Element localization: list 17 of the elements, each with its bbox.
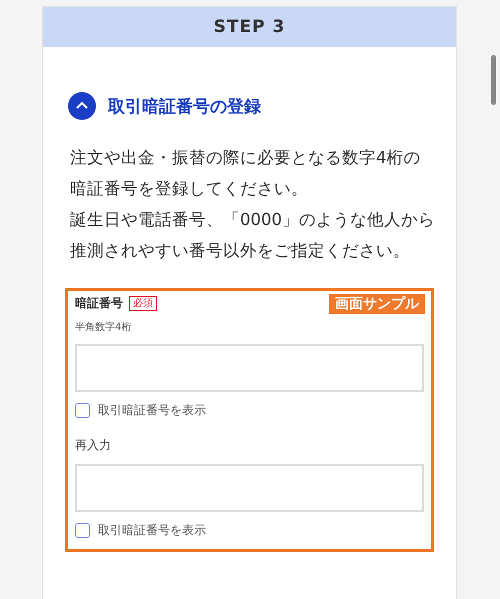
checkbox[interactable] [75,403,90,418]
collapse-icon[interactable] [68,92,96,120]
field-label: 再入力 [75,437,111,454]
input-field[interactable] [75,344,424,392]
field-hint: 半角数字4桁 [75,320,132,334]
field-label: 暗証番号 [75,295,123,312]
checkbox-label[interactable]: 取引暗証番号を表示 [98,522,206,539]
section-title[interactable]: 取引暗証番号の登録 [108,94,261,118]
description-text: 誕生日や電話番号、「0000」のような他人から推測されやすい番号以外をご指定ください。 [70,209,435,262]
input-field[interactable] [75,464,424,512]
scrollbar[interactable] [491,55,496,105]
description-text: 注文や出金・振替の際に必要となる数字4桁の暗証番号を登録してください。 [70,147,422,200]
sample-badge: 画面サンプル [329,294,425,314]
step-header: STEP 3 [43,7,456,47]
required-badge: 必須 [129,296,157,311]
checkbox-label[interactable]: 取引暗証番号を表示 [98,402,206,419]
checkbox[interactable] [75,523,90,538]
